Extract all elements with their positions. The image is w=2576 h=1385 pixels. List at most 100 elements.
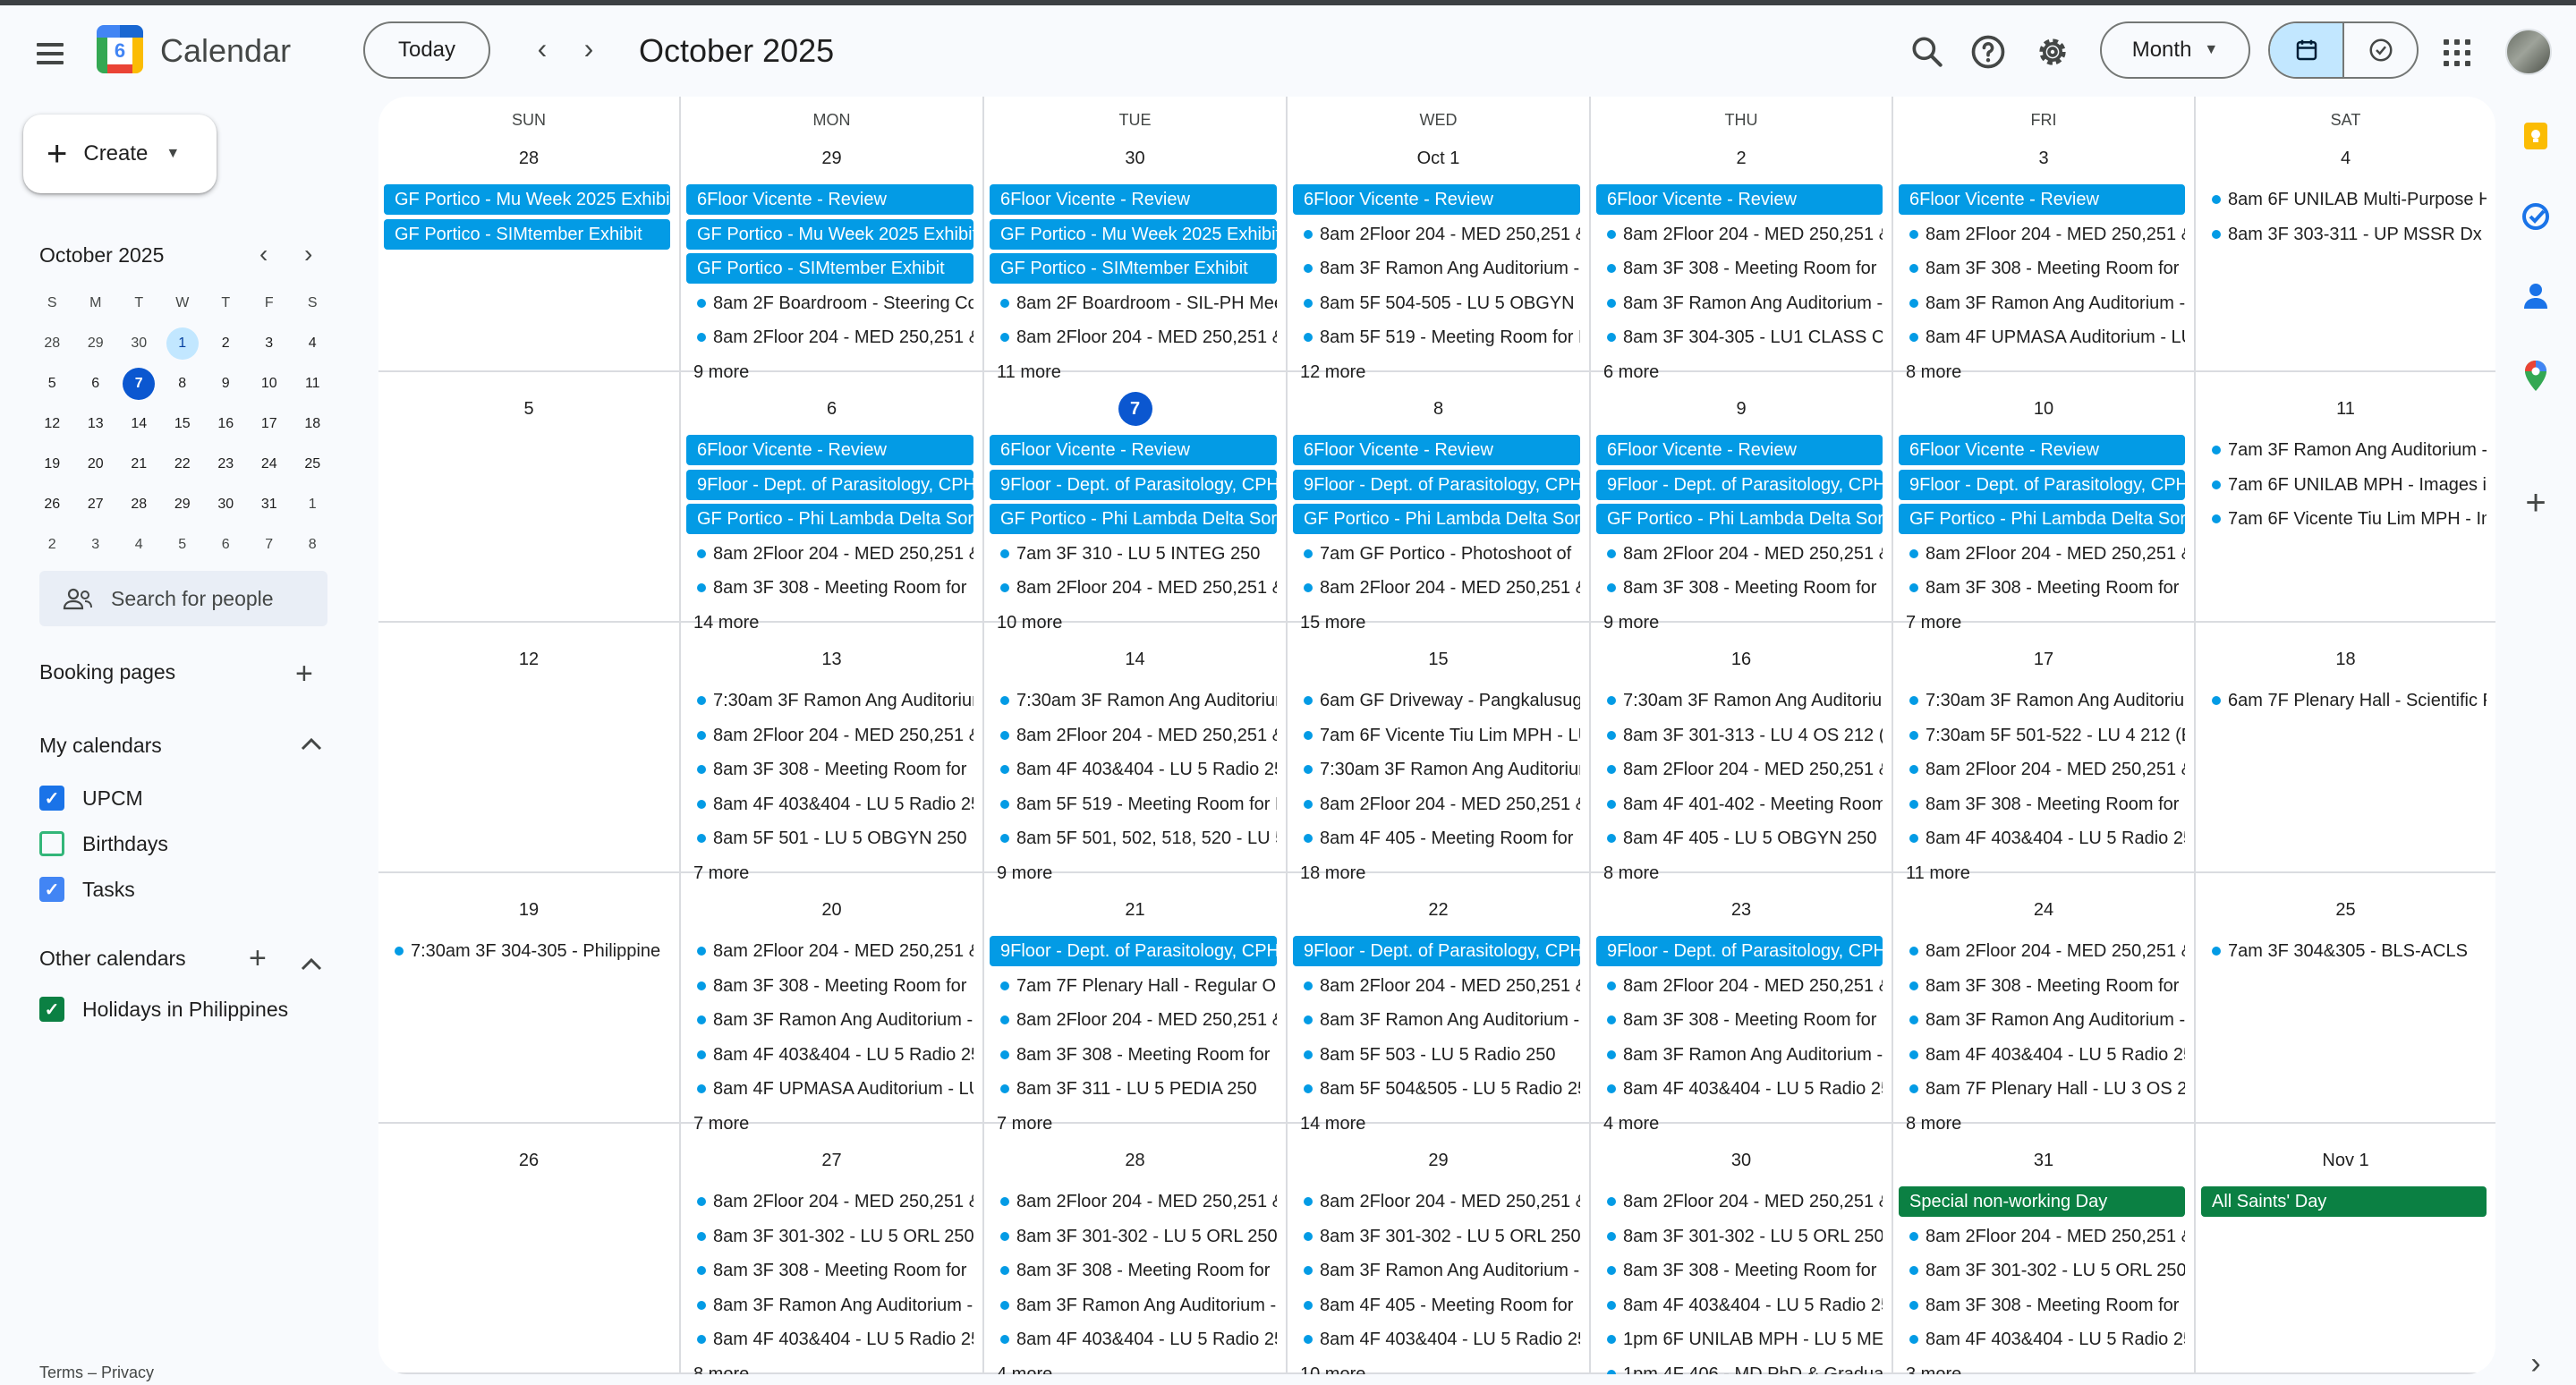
mini-next-icon[interactable]: › <box>304 240 312 268</box>
checkbox-checked-icon[interactable]: ✓ <box>39 997 64 1022</box>
day-cell[interactable]: 21 9Floor - Dept. of Parasitology, CPH 7am… <box>984 873 1288 1134</box>
timed-event[interactable]: 8am 4F 403&404 - LU 5 Radio 250 <box>1596 1074 1883 1104</box>
timed-event[interactable]: 8am 4F 403&404 - LU 5 Radio 250 <box>686 789 973 820</box>
day-number[interactable]: 15 <box>1288 642 1589 676</box>
mini-day[interactable]: 23 <box>204 448 248 480</box>
mini-day[interactable]: 10 <box>248 368 292 400</box>
all-day-event[interactable]: GF Portico - SIMtember Exhibit <box>384 218 670 250</box>
create-button[interactable]: + Create ▼ <box>23 115 217 193</box>
timed-event[interactable]: 7:30am 3F Ramon Ang Auditorium <box>1899 685 2185 716</box>
day-cell[interactable]: SAT 4 8am 6F UNILAB Multi-Purpose Hall 8am … <box>2196 97 2495 372</box>
day-cell[interactable]: 11 7am 3F Ramon Ang Auditorium - LU 7am 6F… <box>2196 372 2495 623</box>
day-number[interactable]: 2 <box>1591 141 1892 175</box>
calendar-item[interactable]: ✓ UPCM <box>39 786 143 811</box>
timed-event[interactable]: 7:30am 3F Ramon Ang Auditorium <box>1596 685 1883 716</box>
timed-event[interactable]: 8am 2F Boardroom - SIL-PH Meeting <box>990 288 1277 319</box>
view-switcher-button[interactable]: Month ▼ <box>2100 21 2250 79</box>
mini-day[interactable]: 6 <box>74 368 118 400</box>
all-day-event[interactable]: 6Floor Vicente - Review <box>990 184 1277 215</box>
day-number[interactable]: 22 <box>1288 893 1589 927</box>
timed-event[interactable]: 8am 4F 403&404 - LU 5 Radio 250 <box>1899 1040 2185 1070</box>
timed-event[interactable]: 8am 2Floor 204 - MED 250,251 & 252 <box>686 539 973 569</box>
day-number[interactable]: 8 <box>1288 392 1589 426</box>
day-number[interactable]: Oct 1 <box>1288 141 1589 175</box>
mini-day[interactable]: 8 <box>291 529 335 561</box>
mini-day[interactable]: 24 <box>248 448 292 480</box>
timed-event[interactable]: 8am 3F 308 - Meeting Room for <box>1899 971 2185 1001</box>
calendar-item[interactable]: ✓ Tasks <box>39 877 135 902</box>
timed-event[interactable]: 8am 2Floor 204 - MED 250,251 & 252 <box>990 1005 1277 1035</box>
timed-event[interactable]: 8am 4F 403&404 - LU 5 Radio 250 <box>990 1324 1277 1355</box>
timed-event[interactable]: 8am 2Floor 204 - MED 250,251 & 252 <box>990 1186 1277 1217</box>
day-cell[interactable]: 29 8am 2Floor 204 - MED 250,251 & 252 8am … <box>1288 1124 1591 1374</box>
checkbox-unchecked-icon[interactable] <box>39 831 64 856</box>
timed-event[interactable]: 8am 2Floor 204 - MED 250,251 & 252 <box>1899 754 2185 785</box>
timed-event[interactable]: 8am 3F 303-311 - UP MSSR Dx 101 <box>2201 219 2487 250</box>
day-cell[interactable]: 25 7am 3F 304&305 - BLS-ACLS <box>2196 873 2495 1124</box>
mini-day[interactable]: 3 <box>74 529 118 561</box>
all-day-event[interactable]: 6Floor Vicente - Review <box>686 435 973 465</box>
timed-event[interactable]: 8am 5F 519 - Meeting Room for MED <box>1293 322 1580 353</box>
main-menu-icon[interactable] <box>30 34 70 73</box>
day-number[interactable]: 10 <box>1893 392 2194 426</box>
mini-day[interactable]: 27 <box>74 489 118 521</box>
timed-event[interactable]: 8am 5F 503 - LU 5 Radio 250 <box>1293 1040 1580 1070</box>
mini-day[interactable]: 21 <box>117 448 161 480</box>
mini-day[interactable]: 18 <box>291 408 335 440</box>
mini-day[interactable]: 16 <box>204 408 248 440</box>
timed-event[interactable]: 8am 3F 308 - Meeting Room for <box>686 754 973 785</box>
day-cell[interactable]: 20 8am 2Floor 204 - MED 250,251 & 252 8am … <box>681 873 984 1134</box>
settings-gear-icon[interactable] <box>2033 32 2072 72</box>
timed-event[interactable]: 8am 3F 301-302 - LU 5 ORL 250 <box>1899 1255 2185 1286</box>
mini-prev-icon[interactable]: ‹ <box>259 240 268 268</box>
all-day-event[interactable]: GF Portico - Phi Lambda Delta Sorority <box>1293 504 1580 534</box>
mini-day[interactable]: 4 <box>291 327 335 360</box>
day-cell[interactable]: 24 8am 2Floor 204 - MED 250,251 & 252 8am … <box>1893 873 2196 1134</box>
day-number[interactable]: 12 <box>378 642 679 676</box>
day-cell[interactable]: 13 7:30am 3F Ramon Ang Auditorium 8am 2Flo… <box>681 623 984 883</box>
timed-event[interactable]: 8am 3F 301-302 - LU 5 ORL 250 <box>686 1221 973 1252</box>
day-cell[interactable]: 15 6am GF Driveway - Pangkalusugan 7am 6F … <box>1288 623 1591 883</box>
timed-event[interactable]: 7am 6F Vicente Tiu Lim MPH - Imaging <box>2201 504 2487 534</box>
timed-event[interactable]: 8am 4F 403&404 - LU 5 Radio 250 <box>990 754 1277 785</box>
timed-event[interactable]: 8am 3F Ramon Ang Auditorium - LU <box>1293 1005 1580 1035</box>
timed-event[interactable]: 8am 4F UPMASA Auditorium - LU <box>686 1074 973 1104</box>
mini-day[interactable]: 2 <box>30 529 74 561</box>
all-day-event[interactable]: 6Floor Vicente - Review <box>1899 184 2185 215</box>
timed-event[interactable]: 8am 2Floor 204 - MED 250,251 & 252 <box>1293 971 1580 1001</box>
mini-day[interactable]: 28 <box>117 489 161 521</box>
mini-day[interactable]: 5 <box>161 529 205 561</box>
all-day-event[interactable]: All Saints' Day <box>2201 1186 2487 1217</box>
mini-day[interactable]: 7 <box>248 529 292 561</box>
day-cell[interactable]: 5 <box>378 372 681 623</box>
day-cell[interactable]: 19 7:30am 3F 304-305 - Philippine <box>378 873 681 1124</box>
prev-month-icon[interactable]: ‹ <box>523 30 562 70</box>
day-cell[interactable]: 14 7:30am 3F Ramon Ang Auditorium 8am 2Flo… <box>984 623 1288 883</box>
mini-day[interactable]: 13 <box>74 408 118 440</box>
expand-side-panel-icon[interactable]: › <box>2516 1344 2555 1383</box>
all-day-event[interactable]: 6Floor Vicente - Review <box>1596 435 1883 465</box>
my-calendars-heading[interactable]: My calendars <box>39 734 162 758</box>
day-cell[interactable]: 12 <box>378 623 681 873</box>
day-number[interactable]: 29 <box>1288 1143 1589 1177</box>
timed-event[interactable]: 1pm 6F UNILAB MPH - LU 5 MED <box>1596 1324 1883 1355</box>
today-button[interactable]: Today <box>363 21 490 79</box>
collapse-other-calendars-icon[interactable] <box>299 948 324 979</box>
timed-event[interactable]: 8am 2F Boardroom - Steering Committee <box>686 288 973 319</box>
timed-event[interactable]: 8am 4F 403&404 - LU 5 Radio 250 <box>1899 823 2185 854</box>
timed-event[interactable]: 1pm 4F 406 - MD PhD & Graduate <box>1596 1359 1883 1374</box>
timed-event[interactable]: 7:30am 3F Ramon Ang Auditorium <box>686 685 973 716</box>
timed-event[interactable]: 8am 3F 308 - Meeting Room for <box>1899 253 2185 284</box>
day-number[interactable]: Nov 1 <box>2196 1143 2495 1177</box>
mini-day[interactable]: 9 <box>204 368 248 400</box>
day-number[interactable]: 27 <box>681 1143 982 1177</box>
day-cell[interactable]: 7 6Floor Vicente - Review 9Floor - Dept. o… <box>984 372 1288 633</box>
day-cell[interactable]: 16 7:30am 3F Ramon Ang Auditorium 8am 3F 3… <box>1591 623 1893 883</box>
timed-event[interactable]: 8am 3F Ramon Ang Auditorium - LU <box>1596 288 1883 319</box>
timed-event[interactable]: 8am 4F 403&404 - LU 5 Radio 250 <box>686 1040 973 1070</box>
keep-icon[interactable] <box>2516 116 2555 156</box>
timed-event[interactable]: 8am 2Floor 204 - MED 250,251 & 252 <box>990 573 1277 603</box>
more-events-link[interactable]: 4 more <box>997 1364 1052 1375</box>
day-number[interactable]: 25 <box>2196 893 2495 927</box>
day-cell[interactable]: 28 8am 2Floor 204 - MED 250,251 & 252 8am … <box>984 1124 1288 1374</box>
